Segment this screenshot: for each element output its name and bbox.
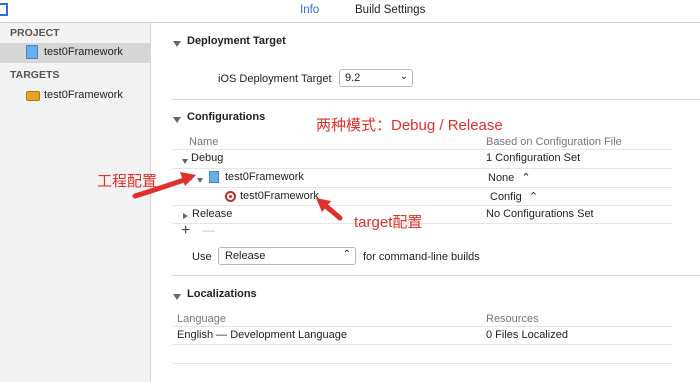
annotation-overlay [132, 172, 343, 221]
annotation-target-config: target配置 [354, 214, 423, 231]
annotation-modes: 两种模式：Debug / Release [316, 117, 503, 134]
annotation-project-config: 工程配置 [97, 173, 158, 190]
